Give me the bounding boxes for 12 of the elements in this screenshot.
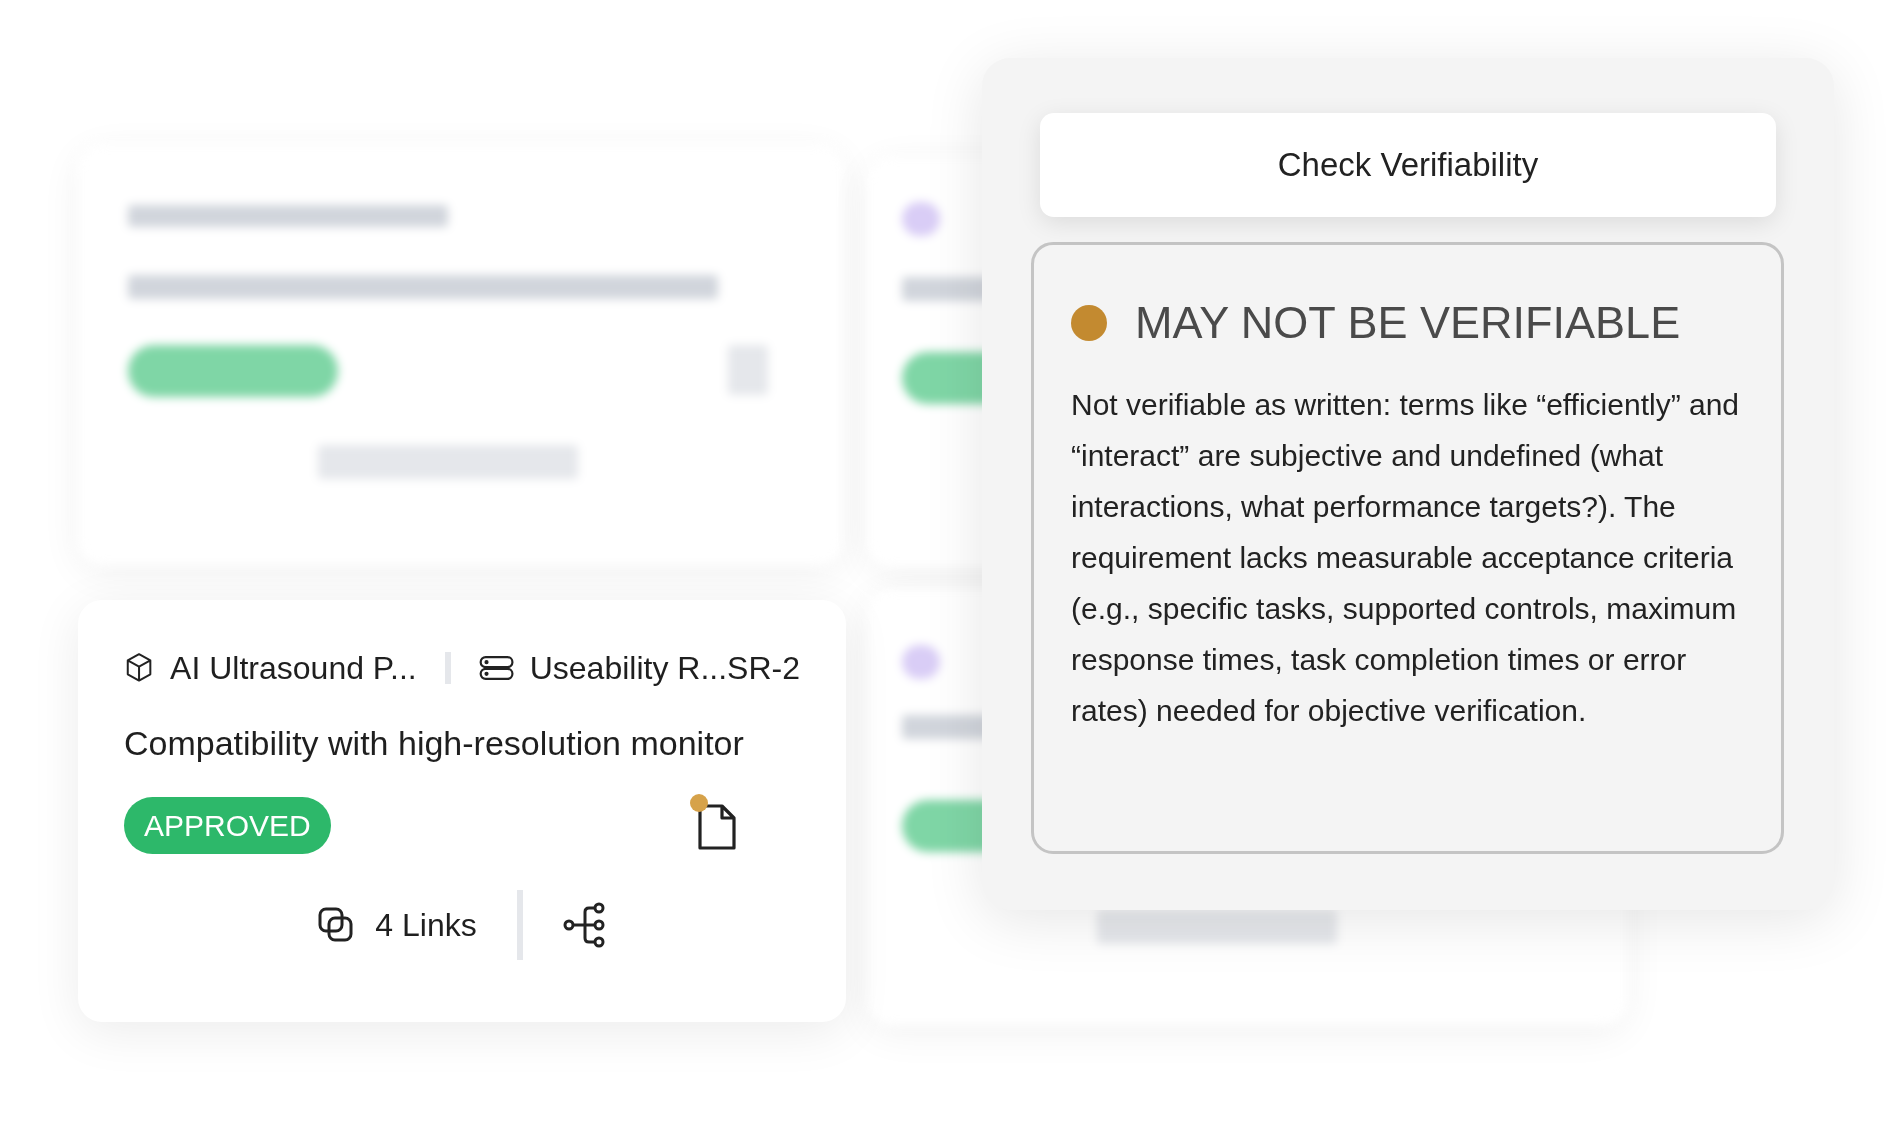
requirement-card[interactable]: AI Ultrasound P... Useability R...SR-2 Compatibility with high-resolution monitor APPROVED 4 Links (78, 600, 846, 1022)
status-badge: APPROVED (124, 797, 331, 854)
result-description: Not verifiable as written: terms like “efficiently” and “interact” are subjective and undefined (what interactions, what performance targets?). The requirement lacks measurable acceptance criteria (e.g., specific tasks, supported controls, maximum response times, task completion times or error rates) needed for objective verification. (1071, 386, 1741, 729)
result-heading: MAY NOT BE VERIFIABLE (1135, 296, 1681, 350)
check-verifiability-button[interactable]: Check Verifiability (1040, 113, 1776, 217)
hierarchy-icon[interactable] (562, 902, 607, 948)
project-name: AI Ultrasound P... (170, 649, 417, 688)
requirement-title: Compatibility with high-resolution monitor (124, 723, 745, 764)
links-count[interactable]: 4 Links (375, 901, 477, 949)
requirement-id: Useability R...SR-2 (529, 649, 800, 688)
storage-icon (478, 653, 514, 683)
copy-icon (317, 906, 356, 944)
